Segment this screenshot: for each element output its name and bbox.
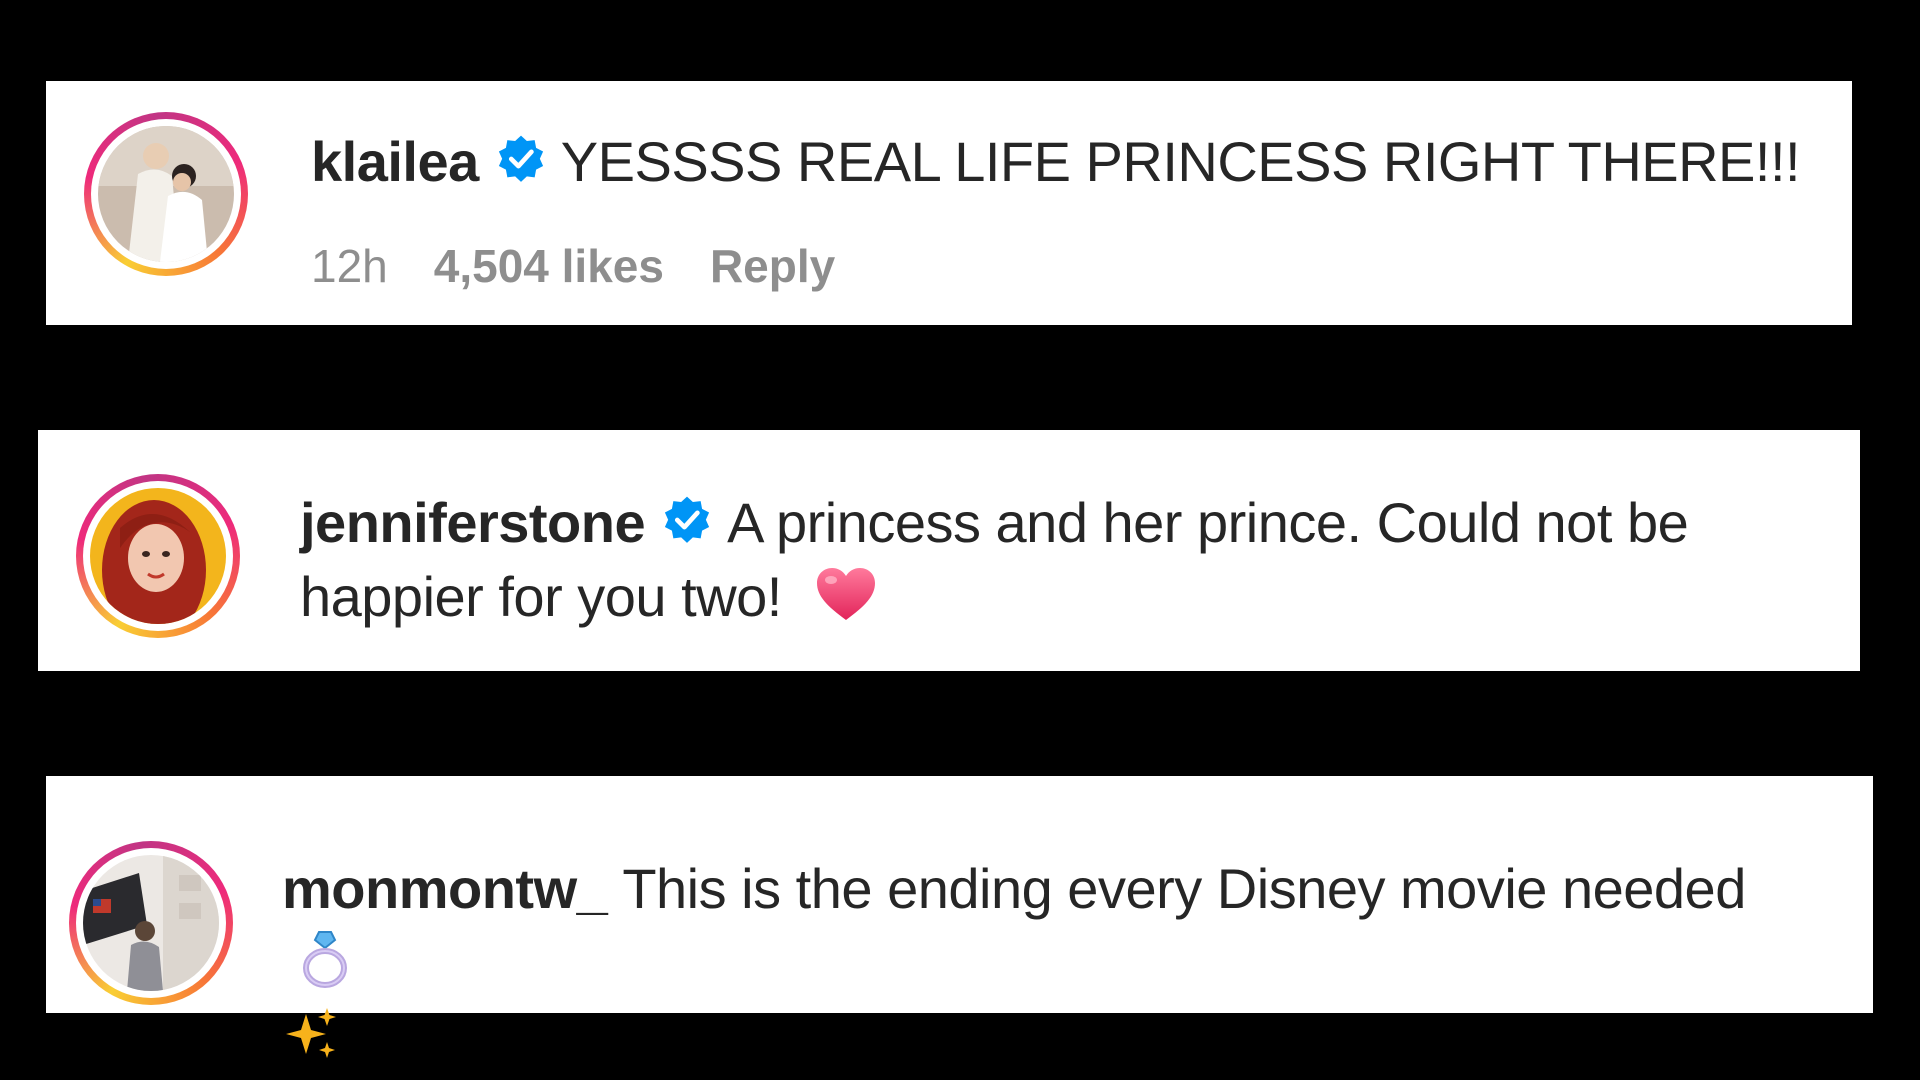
comment-card: monmontw_ This is the ending every Disne… xyxy=(46,776,1873,1058)
comment-text: This is the ending every Disney movie ne… xyxy=(622,857,1746,920)
likes-count[interactable]: 4,504 likes xyxy=(434,240,664,292)
username[interactable]: klailea xyxy=(311,130,479,193)
comment-body: monmontw_ This is the ending every Disne… xyxy=(282,852,1822,1074)
room-photo-icon xyxy=(83,855,219,991)
comment-text: YESSSS REAL LIFE PRINCESS RIGHT THERE!!! xyxy=(560,130,1801,193)
red-hair-portrait-icon xyxy=(90,488,226,624)
comment-body: jenniferstone A princess and her prince.… xyxy=(300,486,1810,634)
avatar-ring[interactable] xyxy=(84,112,248,276)
comment-card: klailea YESSSS REAL LIFE PRINCESS RIGHT … xyxy=(46,81,1852,325)
comment-meta: 12h 4,504 likes Reply xyxy=(311,239,881,293)
username[interactable]: jenniferstone xyxy=(300,491,646,554)
comment-body: klailea YESSSS REAL LIFE PRINCESS RIGHT … xyxy=(311,125,1811,199)
avatar[interactable] xyxy=(98,126,234,262)
comment-card: jenniferstone A princess and her prince.… xyxy=(38,430,1860,671)
avatar-ring[interactable] xyxy=(69,841,233,1005)
sparkles-emoji-icon xyxy=(286,1008,336,1058)
verified-badge-icon xyxy=(498,135,543,182)
avatar-ring[interactable] xyxy=(76,474,240,638)
timestamp: 12h xyxy=(311,240,388,292)
heart-emoji-icon xyxy=(816,568,875,620)
reply-button[interactable]: Reply xyxy=(710,240,835,292)
avatar[interactable] xyxy=(90,488,226,624)
ring-emoji-icon xyxy=(303,931,347,988)
verified-badge-icon xyxy=(665,496,710,543)
username[interactable]: monmontw_ xyxy=(282,857,608,920)
avatar[interactable] xyxy=(83,855,219,991)
couple-photo-icon xyxy=(98,126,234,262)
